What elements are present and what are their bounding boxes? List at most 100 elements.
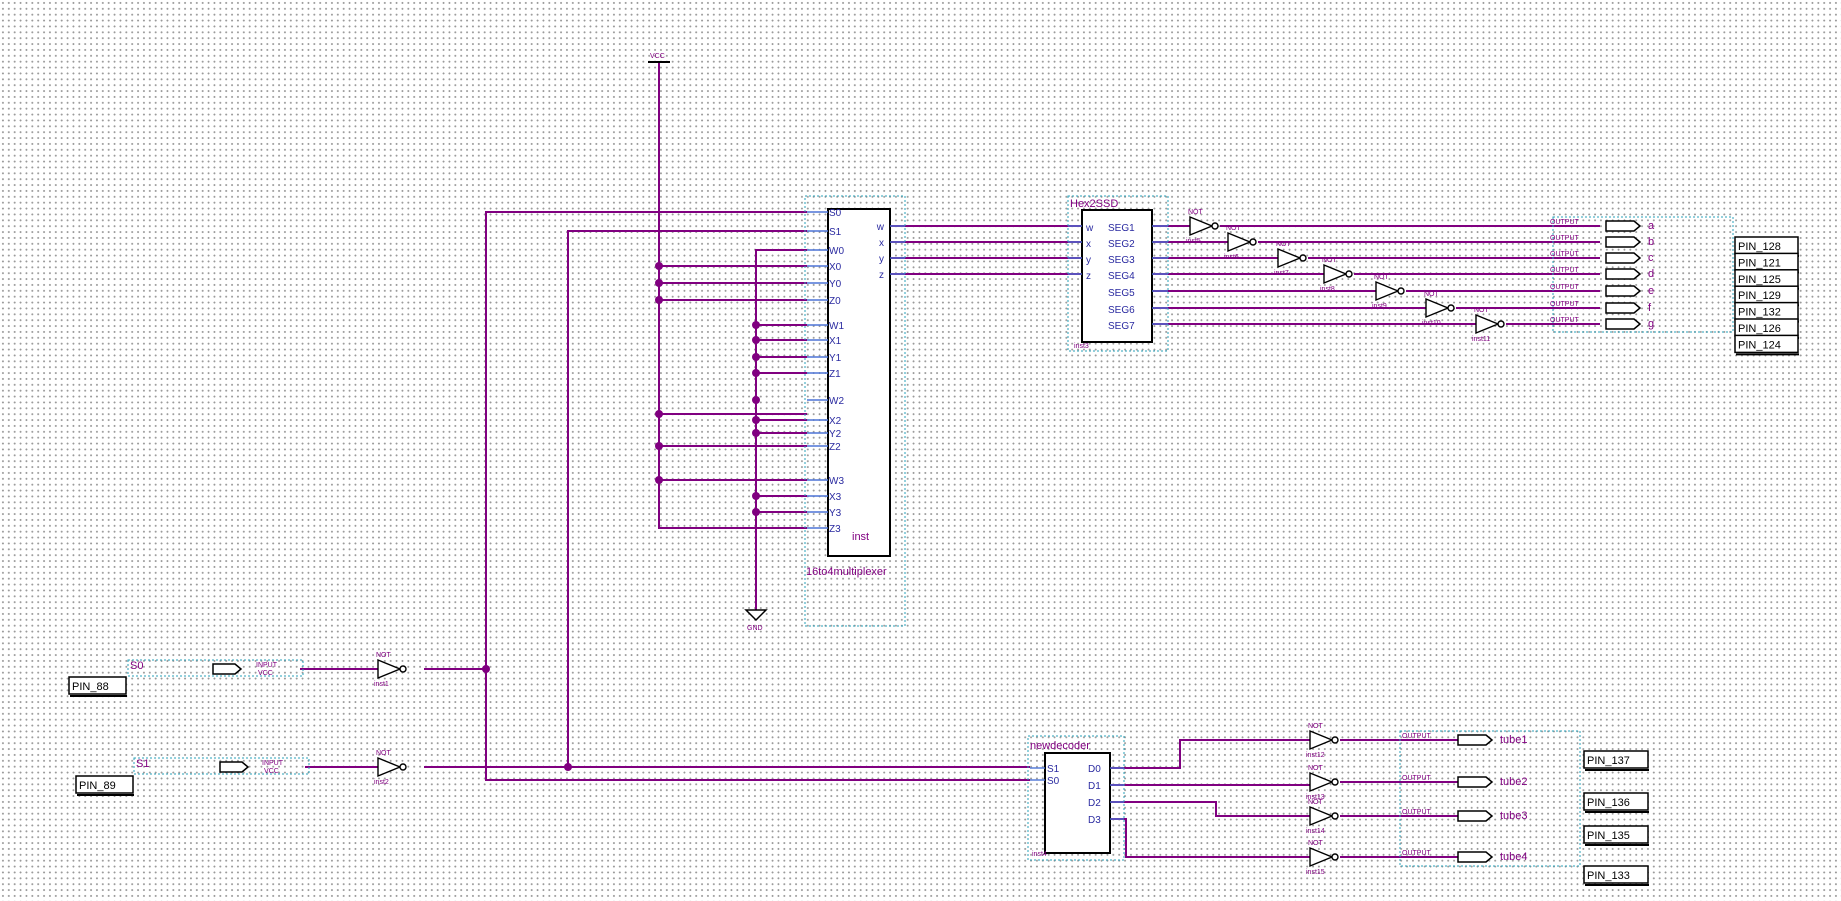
decoder-in-s1: S1 <box>1047 764 1060 775</box>
output-name: f <box>1648 302 1652 314</box>
not-gate[interactable]: NOT inst7 <box>1274 241 1307 277</box>
mux-pin-w0: W0 <box>829 246 844 257</box>
pin-label-input-s0: PIN_88 <box>68 676 127 697</box>
tube-output-frame <box>1399 730 1581 867</box>
pin-text: PIN_137 <box>1587 755 1630 767</box>
not-gate-bubble <box>1497 320 1505 328</box>
output-tube2[interactable]: OUTPUT tube2 <box>1402 775 1528 788</box>
input-s1-vcc: VCC <box>264 768 279 775</box>
output-e[interactable]: OUTPUT e <box>1550 284 1654 297</box>
not-gate[interactable]: NOT inst14 <box>1306 799 1339 835</box>
output-tube4[interactable]: OUTPUT tube4 <box>1402 850 1528 863</box>
not-gate[interactable]: NOT inst5 <box>1186 209 1219 245</box>
not-gate-bubble <box>1331 853 1339 861</box>
output-prefix: OUTPUT <box>1550 317 1580 324</box>
junction-dot <box>655 476 663 484</box>
pin-label-tube-4: PIN_133 <box>1583 865 1649 886</box>
output-name: tube4 <box>1500 851 1528 863</box>
multiplexer-block[interactable]: S0 S1 W0 X0 Y0 Z0 W1 X1 Y1 Z1 W2 X2 Y2 Z2 W3 X3 Y3 Z3 wxy… <box>804 195 906 627</box>
pin-label-tube-1: PIN_137 <box>1583 750 1649 771</box>
mux-pin-z1: Z1 <box>829 369 841 380</box>
junction-dot <box>564 763 572 771</box>
not-gate[interactable]: NOT inst15 <box>1306 840 1339 876</box>
hex2ssd-out-seg3: SEG3 <box>1108 255 1135 266</box>
not-gate-triangle <box>1309 805 1334 827</box>
output-tube1[interactable]: OUTPUT tube1 <box>1402 733 1528 746</box>
output-c[interactable]: OUTPUT c <box>1550 251 1654 264</box>
output-pin-shape <box>1605 236 1642 248</box>
mux-pin-y0: Y0 <box>829 279 842 290</box>
mux-pin-x2: X2 <box>829 416 842 427</box>
junction-dot <box>752 492 760 500</box>
not-gate-bubble <box>1299 254 1307 262</box>
not-gate-instance: inst11 <box>1472 336 1490 343</box>
not-gate-instance: inst5 <box>1186 238 1201 245</box>
mux-pin-y2: Y2 <box>829 429 842 440</box>
not-gate[interactable]: NOT inst8 <box>1320 257 1353 293</box>
hex2ssd-block[interactable]: Hex2SSD wxyz SEG1 SEG2 SEG3 SEG4 SEG5 SEG6 SEG… <box>1067 195 1169 352</box>
not-gate[interactable]: NOT inst9 <box>1372 274 1405 310</box>
decoder-block[interactable]: newdecoder S1S0 D0 D1 D2 D3 inst4 <box>1027 735 1125 861</box>
output-pin-shape <box>1457 776 1494 788</box>
output-f[interactable]: OUTPUT f <box>1550 301 1652 314</box>
not-gate-label: NOT <box>1226 225 1242 232</box>
not-gate-label: NOT <box>1188 209 1204 216</box>
pin-text: PIN_124 <box>1738 339 1781 351</box>
input-s0[interactable]: S0 INPUT VCC <box>127 659 304 677</box>
output-name: g <box>1648 318 1654 330</box>
not-gate[interactable]: NOT inst2 <box>374 750 407 786</box>
mux-pin-w1: W1 <box>829 321 844 332</box>
output-prefix: OUTPUT <box>1402 809 1432 816</box>
hex2ssd-out-seg7: SEG7 <box>1108 321 1135 332</box>
mux-pin-z3: Z3 <box>829 524 841 535</box>
not-gate[interactable]: NOT inst11 <box>1472 307 1505 343</box>
not-gate[interactable]: NOT inst6 <box>1224 225 1257 261</box>
d3-wire <box>1110 818 1310 858</box>
not-gate[interactable]: NOT inst10 <box>1422 291 1455 327</box>
output-pin-shape <box>1457 851 1494 863</box>
not-gate-instance: inst8 <box>1320 286 1335 293</box>
output-d[interactable]: OUTPUT d <box>1550 267 1654 280</box>
mux-out-y: y <box>879 254 884 265</box>
decoder-out-d2: D2 <box>1088 798 1101 809</box>
junction-dot <box>752 353 760 361</box>
output-name: b <box>1648 236 1654 248</box>
output-pin-shape <box>1457 734 1494 746</box>
schematic-canvas: VCC GND S0S1W0X0Y0Z0W1X1Y1Z1W2X2Y2Z2W3X3… <box>68 53 1799 886</box>
not-gate-label: NOT <box>1424 291 1440 298</box>
pin-text: PIN_135 <box>1587 830 1630 842</box>
output-g[interactable]: OUTPUT g <box>1550 317 1654 330</box>
input-s1[interactable]: S1 INPUT VCC <box>133 757 310 775</box>
pin-text: PIN_89 <box>79 780 116 792</box>
output-name: tube3 <box>1500 810 1528 822</box>
pin-text: PIN_132 <box>1738 307 1781 319</box>
decoder-out-d0: D0 <box>1088 764 1101 775</box>
mux-out-z: z <box>879 270 884 281</box>
not-gate[interactable]: NOTinst13 <box>1306 765 1339 801</box>
output-tube3[interactable]: OUTPUT tube3 <box>1402 809 1528 822</box>
output-b[interactable]: OUTPUT b <box>1550 235 1654 248</box>
output-name: d <box>1648 268 1654 280</box>
hex2ssd-out-seg6: SEG6 <box>1108 305 1135 316</box>
output-pin-shape <box>1457 810 1494 822</box>
output-name: a <box>1648 220 1655 232</box>
not-gate-label: NOT <box>1474 307 1490 314</box>
input-not-gates: NOT inst1 NOT inst2 <box>374 652 407 786</box>
pin-text: PIN_128 <box>1738 241 1781 253</box>
input-s0-pin-shape <box>212 663 243 675</box>
not-gate[interactable]: NOT inst12 <box>1306 723 1339 759</box>
mux-pin-z0: Z0 <box>829 296 841 307</box>
gnd-label: GND <box>747 625 763 632</box>
decoder-inst: inst4 <box>1032 851 1047 858</box>
not-gate-label: NOT <box>1308 840 1324 847</box>
pin-text: PIN_126 <box>1738 323 1781 335</box>
vcc-wire <box>658 62 807 529</box>
junction-dot <box>752 336 760 344</box>
not-gate[interactable]: NOT inst1 <box>374 652 407 688</box>
mux-out-x: x <box>879 238 884 249</box>
output-prefix: OUTPUT <box>1550 301 1580 308</box>
hex2ssd-out-seg2: SEG2 <box>1108 239 1135 250</box>
not-gate-triangle <box>1475 313 1500 335</box>
not-gate-triangle <box>377 756 402 778</box>
output-a[interactable]: OUTPUT a <box>1550 219 1655 232</box>
